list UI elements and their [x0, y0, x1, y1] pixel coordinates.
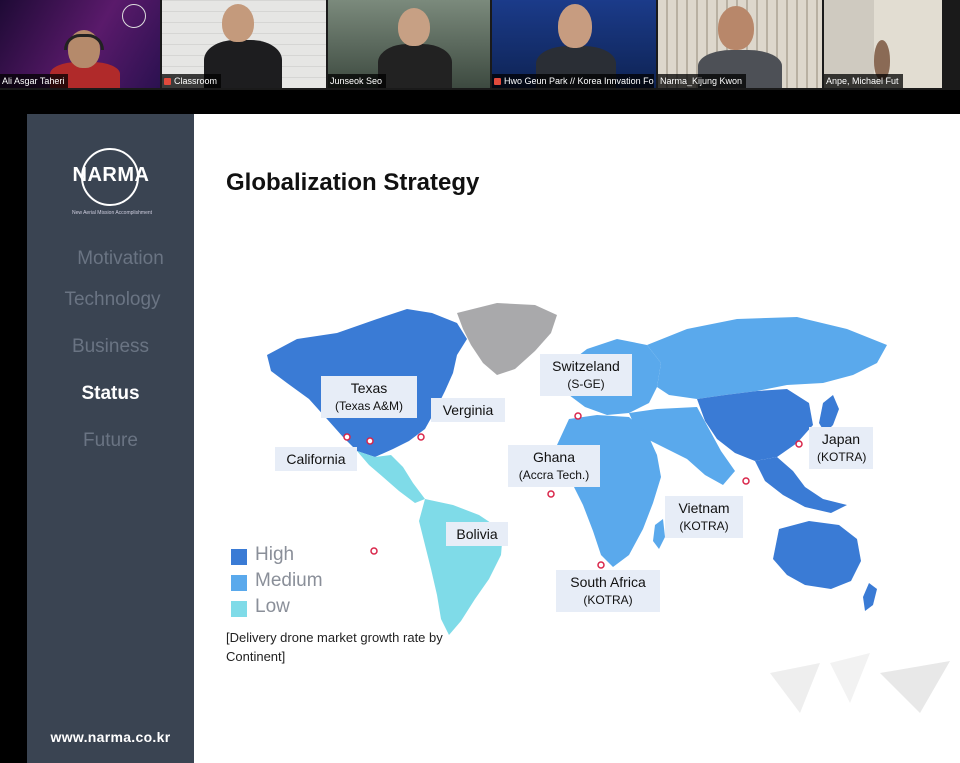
location-dot-california — [343, 433, 351, 441]
label-switzeland: Switzeland (S-GE) — [540, 354, 632, 396]
location-dot-ghana — [547, 490, 555, 498]
label-vietnam: Vietnam (KOTRA) — [665, 496, 743, 538]
location-dot-japan — [795, 440, 803, 448]
decorative-lines-graphic — [770, 653, 950, 713]
location-dot-texas — [366, 437, 374, 445]
participant-name: Ali Asgar Taheri — [0, 74, 69, 88]
label-ghana: Ghana (Accra Tech.) — [508, 445, 600, 487]
map-caption: [Delivery drone market growth rate by Co… — [226, 630, 443, 664]
participant-name: Anpe, Michael Fut — [824, 74, 903, 88]
participant-tile[interactable]: Junseok Seo — [328, 0, 490, 88]
legend-swatch-low — [231, 601, 247, 617]
label-south-africa: South Africa (KOTRA) — [556, 570, 660, 612]
participant-name: Classroom — [162, 74, 222, 88]
participant-tile[interactable]: Narma_Kijung Kwon — [658, 0, 822, 88]
participant-name: Narma_Kijung Kwon — [658, 74, 747, 88]
muted-mic-icon — [164, 78, 171, 85]
label-verginia: Verginia — [431, 398, 505, 422]
participant-tile[interactable]: Hwo Geun Park // Korea Innvation Fo... — [492, 0, 656, 88]
label-texas: Texas (Texas A&M) — [321, 376, 417, 418]
logo-icon — [122, 4, 146, 28]
meeting-separator — [0, 90, 960, 114]
legend-swatch-high — [231, 549, 247, 565]
shared-slide: NARMA New Aerial Mission Accomplishment … — [27, 114, 960, 763]
participant-name: Hwo Geun Park // Korea Innvation Fo... — [492, 74, 654, 88]
muted-mic-icon — [494, 78, 501, 85]
label-japan: Japan (KOTRA) — [809, 427, 873, 469]
location-dot-verginia — [417, 433, 425, 441]
participant-name: Junseok Seo — [328, 74, 387, 88]
label-california: California — [275, 447, 357, 471]
label-bolivia: Bolivia — [446, 522, 508, 546]
participant-tile[interactable]: Anpe, Michael Fut — [824, 0, 942, 88]
location-dot-switzeland — [574, 412, 582, 420]
participant-tile[interactable]: Classroom — [162, 0, 326, 88]
participant-strip: ✋ Ali Asgar Taheri Classroom Junseok Seo… — [0, 0, 960, 90]
location-dot-vietnam — [742, 477, 750, 485]
location-dot-south-africa — [597, 561, 605, 569]
participant-tile[interactable]: Ali Asgar Taheri — [0, 0, 160, 88]
legend-swatch-medium — [231, 575, 247, 591]
